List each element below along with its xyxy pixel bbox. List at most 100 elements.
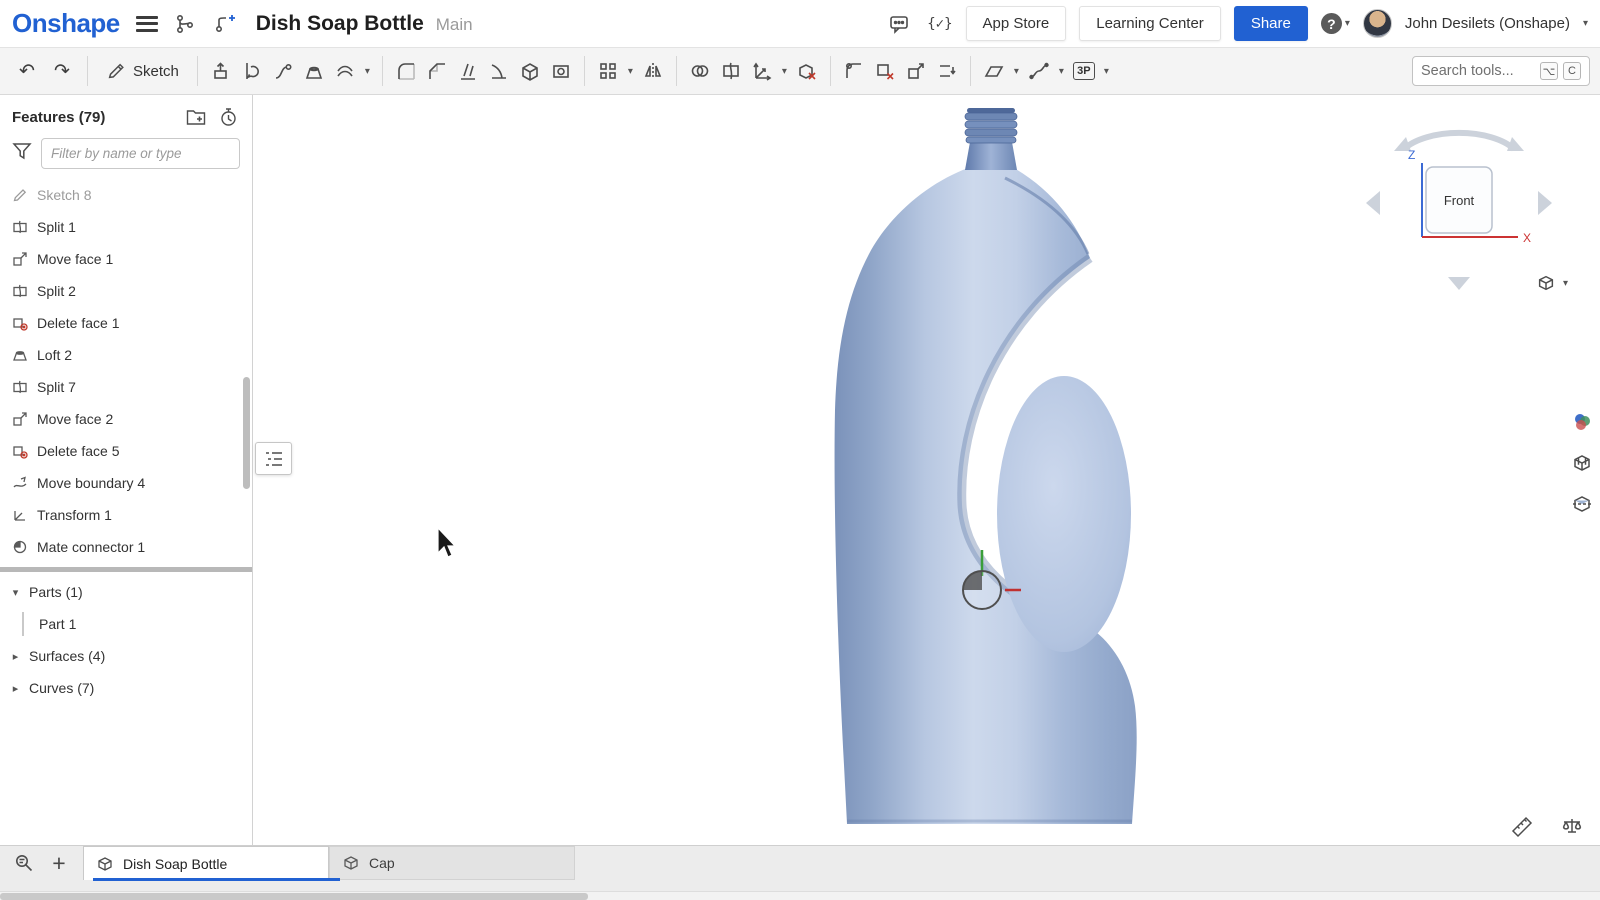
feature-item[interactable]: Split 7 (0, 371, 252, 403)
pattern-menu-caret-icon[interactable]: ▾ (624, 66, 637, 77)
revolve-icon[interactable] (237, 54, 267, 88)
boolean-icon[interactable] (685, 54, 715, 88)
history-icon[interactable] (216, 106, 240, 128)
feature-item[interactable]: Move boundary 4 (0, 467, 252, 499)
user-menu-caret-icon[interactable]: ▾ (1583, 18, 1588, 29)
user-avatar[interactable] (1363, 9, 1392, 38)
chevron-down-icon[interactable]: ▾ (8, 586, 23, 599)
three-point-icon[interactable]: 3P (1069, 54, 1099, 88)
bottle-model[interactable] (835, 108, 1137, 824)
feature-list-scrollbar[interactable] (243, 377, 250, 489)
draft-icon[interactable] (453, 54, 483, 88)
loft-icon[interactable] (299, 54, 329, 88)
mass-properties-icon[interactable] (1560, 815, 1584, 839)
shortcut-c-key: C (1563, 62, 1581, 80)
measure-icon[interactable] (1510, 815, 1534, 839)
help-menu[interactable]: ? ▾ (1321, 13, 1350, 34)
undo-button[interactable]: ↶ (10, 54, 44, 88)
feature-item[interactable]: Move face 2 (0, 403, 252, 435)
transform-icon[interactable] (747, 54, 777, 88)
fillet-icon[interactable] (391, 54, 421, 88)
features-panel-title: Features (79) (12, 109, 176, 126)
onshape-logo[interactable]: Onshape (12, 8, 120, 39)
share-button[interactable]: Share (1234, 6, 1308, 41)
thicken-menu-caret-icon[interactable]: ▾ (361, 66, 374, 77)
new-folder-icon[interactable] (184, 106, 208, 128)
document-name[interactable]: Dish Soap Bottle (256, 12, 424, 36)
transform-menu-caret-icon[interactable]: ▾ (778, 66, 791, 77)
delete-face-icon[interactable] (870, 54, 900, 88)
feature-item[interactable]: Sketch 8 (0, 179, 252, 211)
branch-plus-icon[interactable] (210, 9, 240, 39)
mirror-icon[interactable] (638, 54, 668, 88)
three-point-menu-caret-icon[interactable]: ▾ (1100, 66, 1113, 77)
linear-pattern-icon[interactable] (593, 54, 623, 88)
split-icon[interactable] (716, 54, 746, 88)
curves-group[interactable]: ▸ Curves (7) (0, 672, 252, 704)
feature-item[interactable]: Delete face 1 (0, 307, 252, 339)
chevron-right-icon[interactable]: ▸ (8, 682, 23, 695)
app-store-button[interactable]: App Store (966, 6, 1067, 41)
shortcut-alt-key: ⌥ (1540, 62, 1558, 80)
view-options-dropdown[interactable]: ▾ (1536, 273, 1568, 293)
view-cube[interactable]: Front Z X (1356, 105, 1562, 301)
curve-menu-caret-icon[interactable]: ▾ (1055, 66, 1068, 77)
tab-cap[interactable]: Cap (329, 846, 575, 880)
comments-icon[interactable] (884, 9, 914, 39)
versions-history-icon[interactable] (170, 9, 200, 39)
learning-center-button[interactable]: Learning Center (1079, 6, 1221, 41)
modify-fillet-icon[interactable] (839, 54, 869, 88)
rib-icon[interactable] (484, 54, 514, 88)
rotate-left-icon (1366, 191, 1380, 215)
tab-scrollbar-thumb[interactable] (0, 893, 588, 900)
replace-face-icon[interactable] (932, 54, 962, 88)
sketch-button[interactable]: Sketch (96, 54, 189, 88)
graphics-viewport[interactable]: Front Z X ▾ (253, 95, 1600, 845)
features-panel: Features (79) Sketch 8 Split 1 (0, 95, 253, 845)
redo-button[interactable]: ↷ (45, 54, 79, 88)
parts-group[interactable]: ▾ Parts (1) (0, 576, 252, 608)
feature-toolbar: ↶ ↷ Sketch ▾ ▾ ▾ (0, 48, 1600, 95)
search-tools[interactable]: ⌥ C (1412, 56, 1590, 86)
plane-menu-caret-icon[interactable]: ▾ (1010, 66, 1023, 77)
feature-item[interactable]: Transform 1 (0, 499, 252, 531)
feature-item[interactable]: Loft 2 (0, 339, 252, 371)
move-face-icon[interactable] (901, 54, 931, 88)
part-studio-icon (342, 854, 360, 872)
insert-tab-button[interactable]: + (44, 848, 74, 878)
bottle-grip-recess (997, 376, 1131, 652)
sweep-icon[interactable] (268, 54, 298, 88)
plane-icon[interactable] (979, 54, 1009, 88)
section-view-icon[interactable] (1567, 489, 1597, 519)
feature-item[interactable]: Move face 1 (0, 243, 252, 275)
tab-dish-soap-bottle[interactable]: Dish Soap Bottle (83, 846, 329, 880)
feature-item[interactable]: Split 2 (0, 275, 252, 307)
composite-curve-icon[interactable] (1024, 54, 1054, 88)
chamfer-icon[interactable] (422, 54, 452, 88)
part-item[interactable]: Part 1 (0, 608, 252, 640)
main-menu-icon[interactable] (134, 14, 160, 34)
hole-icon[interactable] (546, 54, 576, 88)
appearance-panel-icon[interactable] (1567, 407, 1597, 437)
right-panel-rail (1567, 407, 1597, 519)
feature-item[interactable]: Mate connector 1 (0, 531, 252, 563)
feature-item[interactable]: Split 1 (0, 211, 252, 243)
feature-filter-input[interactable] (41, 138, 240, 169)
shell-icon[interactable] (515, 54, 545, 88)
display-modes-icon[interactable] (1567, 448, 1597, 478)
chevron-right-icon[interactable]: ▸ (8, 650, 23, 663)
delete-part-icon[interactable] (792, 54, 822, 88)
element-tab-bar: + Dish Soap Bottle Cap (0, 845, 1600, 900)
workspace-name[interactable]: Main (436, 15, 473, 35)
feature-list-flyout-button[interactable] (255, 442, 292, 475)
search-tools-input[interactable] (1421, 63, 1535, 79)
surfaces-group[interactable]: ▸ Surfaces (4) (0, 640, 252, 672)
extrude-icon[interactable] (206, 54, 236, 88)
filter-icon (12, 142, 32, 165)
search-tabs-icon[interactable] (9, 848, 39, 878)
user-name[interactable]: John Desilets (Onshape) (1405, 15, 1570, 32)
rollback-bar[interactable] (0, 567, 252, 572)
feature-item[interactable]: Delete face 5 (0, 435, 252, 467)
featurescript-notices-icon[interactable]: {✓} (927, 16, 952, 32)
thicken-icon[interactable] (330, 54, 360, 88)
